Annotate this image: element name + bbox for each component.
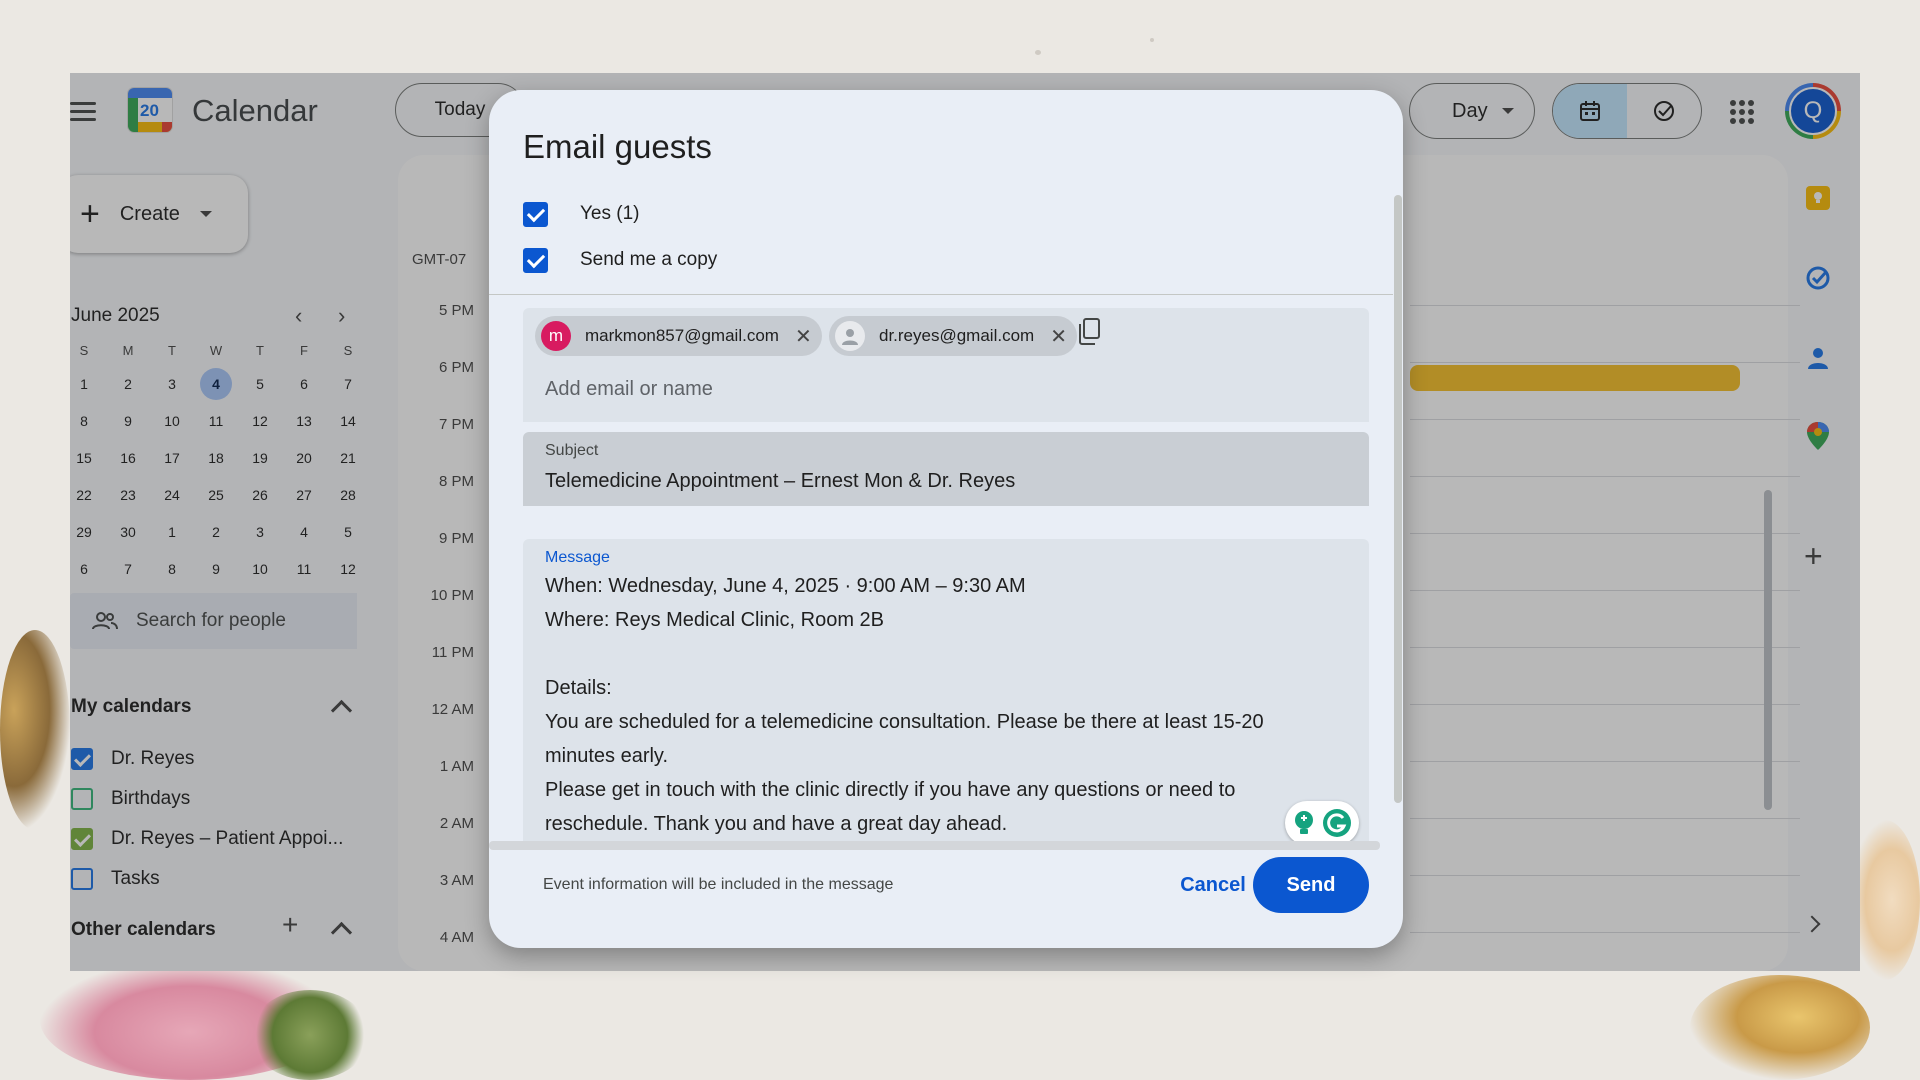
email-guests-dialog: Email guests Yes (1) Send me a copy m ma… — [489, 90, 1403, 948]
copy-icon[interactable] — [1077, 318, 1101, 346]
subject-label: Subject — [545, 442, 599, 459]
yes-guests-label: Yes (1) — [580, 203, 640, 224]
message-line: Where: Reys Medical Clinic, Room 2B — [545, 609, 884, 631]
recipient-email: dr.reyes@gmail.com — [879, 326, 1035, 345]
send-copy-label: Send me a copy — [580, 249, 718, 270]
message-line: reschedule. Thank you and have a great d… — [545, 813, 1008, 835]
message-line: Details: — [545, 677, 612, 699]
checkbox-checked-icon[interactable] — [523, 201, 548, 227]
background-speck — [1150, 38, 1154, 42]
add-recipient-placeholder: Add email or name — [545, 378, 713, 400]
dialog-title: Email guests — [523, 128, 712, 165]
message-line: Please get in touch with the clinic dire… — [545, 779, 1236, 801]
recipients-field[interactable]: m markmon857@gmail.com ✕ dr.reyes@gmail.… — [523, 308, 1369, 422]
recipient-chip[interactable]: dr.reyes@gmail.com ✕ — [829, 316, 1077, 356]
message-line: minutes early. — [545, 745, 669, 767]
person-icon — [842, 329, 858, 345]
grammarly-icon — [1323, 809, 1351, 837]
send-button[interactable]: Send — [1253, 857, 1369, 913]
recipient-chip[interactable]: m markmon857@gmail.com ✕ — [535, 316, 822, 356]
checkbox-checked-icon[interactable] — [523, 247, 548, 273]
recipient-avatar — [835, 321, 865, 351]
message-line: You are scheduled for a telemedicine con… — [545, 711, 1264, 733]
remove-recipient-icon[interactable]: ✕ — [1050, 324, 1067, 349]
background-speck — [1035, 50, 1041, 55]
recipient-avatar: m — [541, 321, 571, 351]
send-copy-checkbox[interactable]: Send me a copy — [523, 245, 717, 275]
recipient-email: markmon857@gmail.com — [585, 326, 779, 345]
subject-field[interactable]: Subject Telemedicine Appointment – Ernes… — [523, 432, 1369, 506]
leaf-decoration — [250, 990, 370, 1080]
subject-value: Telemedicine Appointment – Ernest Mon & … — [545, 470, 1016, 492]
dialog-scrollbar[interactable] — [1394, 195, 1402, 803]
dialog-divider — [489, 294, 1393, 295]
message-field[interactable]: Message When: Wednesday, June 4, 2025 · … — [523, 539, 1369, 849]
yes-guests-checkbox[interactable]: Yes (1) — [523, 199, 640, 229]
footer-note: Event information will be included in th… — [543, 876, 894, 893]
lightbulb-icon — [1295, 811, 1313, 834]
message-line: When: Wednesday, June 4, 2025 · 9:00 AM … — [545, 575, 1026, 597]
grammarly-widget[interactable] — [1285, 801, 1359, 845]
flower-decoration — [1690, 975, 1870, 1080]
remove-recipient-icon[interactable]: ✕ — [795, 324, 812, 349]
petal-decoration — [1850, 820, 1920, 980]
message-label: Message — [545, 549, 610, 566]
message-horizontal-scrollbar[interactable] — [489, 841, 1380, 850]
dried-flower-decoration — [0, 630, 70, 830]
